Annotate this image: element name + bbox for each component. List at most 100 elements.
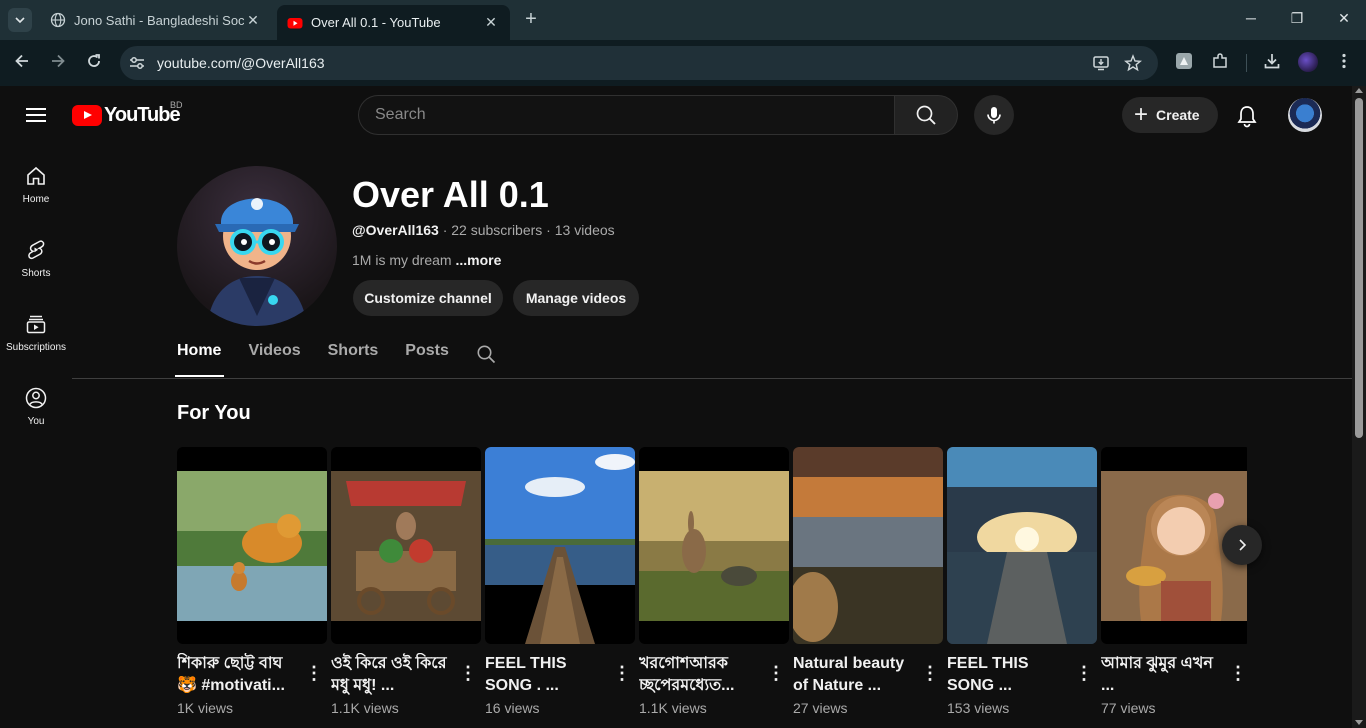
guide-item-label: Shorts bbox=[21, 268, 51, 279]
notifications-bell-icon[interactable] bbox=[1234, 103, 1260, 129]
customize-channel-button[interactable]: Customize channel bbox=[353, 280, 503, 316]
short-views: 1.1K views bbox=[331, 700, 399, 716]
scroll-up-arrow-icon[interactable] bbox=[1355, 88, 1363, 93]
section-title: For You bbox=[177, 402, 251, 424]
more-link[interactable]: ...more bbox=[455, 252, 501, 268]
more-actions-icon[interactable]: ⋮ bbox=[767, 663, 785, 683]
country-code: BD bbox=[170, 100, 183, 110]
bookmark-star-icon[interactable] bbox=[1124, 54, 1142, 72]
search-button[interactable] bbox=[894, 95, 958, 135]
channel-avatar[interactable] bbox=[177, 166, 337, 326]
fruit-cart-rabbit-thumbnail-image bbox=[331, 471, 481, 621]
search-icon bbox=[916, 105, 936, 125]
guide-item-subscriptions[interactable]: Subscriptions bbox=[0, 312, 72, 353]
forward-icon[interactable] bbox=[47, 52, 69, 74]
more-actions-icon[interactable]: ⋮ bbox=[1075, 663, 1093, 683]
chevron-right-icon bbox=[1239, 539, 1247, 551]
short-card[interactable]: FEEL THIS SONG ... 153 views ⋮ bbox=[947, 447, 1097, 716]
new-tab-button[interactable]: + bbox=[520, 8, 542, 30]
shelf-next-button[interactable] bbox=[1222, 525, 1262, 565]
downloads-icon[interactable] bbox=[1262, 52, 1282, 72]
sunset-lake-thumbnail-image bbox=[793, 447, 943, 644]
scroll-down-arrow-icon[interactable] bbox=[1355, 720, 1363, 725]
more-actions-icon[interactable]: ⋮ bbox=[305, 663, 323, 683]
youtube-favicon-icon bbox=[287, 17, 303, 28]
subscriptions-icon bbox=[26, 315, 46, 334]
channel-description[interactable]: 1M is my dream ...more bbox=[352, 252, 501, 268]
tab-search-button[interactable] bbox=[8, 8, 32, 32]
browser-tab-youtube[interactable]: Over All 0.1 - YouTube ✕ bbox=[277, 5, 510, 40]
short-thumbnail[interactable] bbox=[793, 447, 943, 644]
short-title[interactable]: Natural beauty of Nature ... bbox=[793, 653, 915, 697]
close-window-button[interactable]: ✕ bbox=[1334, 10, 1354, 27]
short-card[interactable]: Natural beauty of Nature ... 27 views ⋮ bbox=[793, 447, 943, 716]
address-bar[interactable]: youtube.com/@OverAll163 bbox=[120, 46, 1158, 80]
channel-tabs: Home Videos Shorts Posts bbox=[174, 342, 476, 378]
channel-search-icon[interactable] bbox=[476, 344, 496, 364]
tab-shorts[interactable]: Shorts bbox=[328, 342, 379, 378]
more-actions-icon[interactable]: ⋮ bbox=[921, 663, 939, 683]
close-tab-icon[interactable]: ✕ bbox=[482, 14, 500, 31]
short-card[interactable]: আমার ঝুমুর এখন ... 77 views ⋮ bbox=[1101, 447, 1251, 716]
guide-item-label: You bbox=[27, 416, 45, 427]
close-tab-icon[interactable]: ✕ bbox=[244, 12, 262, 29]
short-views: 153 views bbox=[947, 700, 1010, 716]
account-avatar[interactable] bbox=[1288, 98, 1322, 132]
voice-search-button[interactable] bbox=[974, 95, 1014, 135]
short-thumbnail[interactable] bbox=[485, 447, 635, 644]
short-title[interactable]: FEEL THIS SONG ... bbox=[947, 653, 1069, 697]
home-icon bbox=[27, 166, 45, 185]
tab-title: Jono Sathi - Bangladeshi Social bbox=[74, 12, 244, 28]
create-button[interactable]: + Create bbox=[1122, 97, 1218, 133]
short-thumbnail[interactable] bbox=[947, 447, 1097, 644]
more-actions-icon[interactable]: ⋮ bbox=[613, 663, 631, 683]
install-app-icon[interactable] bbox=[1092, 54, 1110, 72]
extensions-icon[interactable] bbox=[1210, 52, 1230, 72]
create-label: Create bbox=[1156, 107, 1200, 123]
channel-handle: @OverAll163 bbox=[352, 222, 439, 238]
guide-item-you[interactable]: You bbox=[0, 386, 72, 427]
extension-puzzle-app-icon[interactable] bbox=[1174, 52, 1194, 72]
tab-videos[interactable]: Videos bbox=[248, 342, 300, 378]
tab-home[interactable]: Home bbox=[174, 342, 225, 378]
guide-item-label: Subscriptions bbox=[5, 342, 67, 353]
guide-item-shorts[interactable]: Shorts bbox=[0, 238, 72, 279]
browser-profile-avatar[interactable] bbox=[1298, 52, 1318, 72]
short-thumbnail[interactable] bbox=[177, 447, 327, 644]
short-card[interactable]: FEEL THIS SONG . ... 16 views ⋮ bbox=[485, 447, 635, 716]
scroll-thumb[interactable] bbox=[1355, 98, 1363, 438]
cartoon-boy-avatar-image bbox=[207, 198, 307, 326]
back-icon[interactable] bbox=[11, 52, 33, 74]
more-actions-icon[interactable]: ⋮ bbox=[1229, 663, 1247, 683]
short-title[interactable]: শিকারু ছোট্ট বাঘ 🐯 #motivati... bbox=[177, 653, 299, 697]
more-actions-icon[interactable]: ⋮ bbox=[459, 663, 477, 683]
manage-videos-button[interactable]: Manage videos bbox=[513, 280, 639, 316]
search-input[interactable] bbox=[358, 95, 894, 135]
short-card[interactable]: শিকারু ছোট্ট বাঘ 🐯 #motivati... 1K views… bbox=[177, 447, 327, 716]
browser-tab-jono-sathi[interactable]: Jono Sathi - Bangladeshi Social ✕ bbox=[40, 5, 272, 35]
short-thumbnail[interactable] bbox=[639, 447, 789, 644]
short-title[interactable]: খরগোশআরক চ্ছপেরমধ্যেত... bbox=[639, 653, 761, 697]
minimize-button[interactable]: ─ bbox=[1241, 10, 1261, 26]
tabs-divider bbox=[72, 378, 1352, 379]
guide-item-home[interactable]: Home bbox=[0, 164, 72, 205]
channel-name: Over All 0.1 bbox=[352, 174, 549, 215]
short-title[interactable]: ওই কিরে ওই কিরে মধু মধু! ... bbox=[331, 653, 453, 697]
guide-menu-icon[interactable] bbox=[24, 104, 48, 128]
reload-icon[interactable] bbox=[83, 52, 105, 74]
browser-menu-icon[interactable] bbox=[1334, 52, 1354, 72]
short-card[interactable]: ওই কিরে ওই কিরে মধু মধু! ... 1.1K views … bbox=[331, 447, 481, 716]
tab-posts[interactable]: Posts bbox=[405, 342, 449, 378]
short-title[interactable]: FEEL THIS SONG . ... bbox=[485, 653, 607, 697]
tab-title: Over All 0.1 - YouTube bbox=[311, 15, 441, 30]
youtube-logo[interactable]: YouTube BD bbox=[72, 100, 183, 127]
site-info-icon[interactable] bbox=[128, 54, 146, 72]
plus-icon: + bbox=[1134, 101, 1149, 128]
short-title[interactable]: আমার ঝুমুর এখন ... bbox=[1101, 653, 1223, 697]
restore-button[interactable]: ❐ bbox=[1287, 10, 1307, 27]
short-thumbnail[interactable] bbox=[331, 447, 481, 644]
browser-toolbar: youtube.com/@OverAll163 bbox=[0, 40, 1366, 86]
short-card[interactable]: খরগোশআরক চ্ছপেরমধ্যেত... 1.1K views ⋮ bbox=[639, 447, 789, 716]
page-scrollbar[interactable] bbox=[1352, 86, 1366, 728]
guide-item-label: Home bbox=[22, 194, 50, 205]
